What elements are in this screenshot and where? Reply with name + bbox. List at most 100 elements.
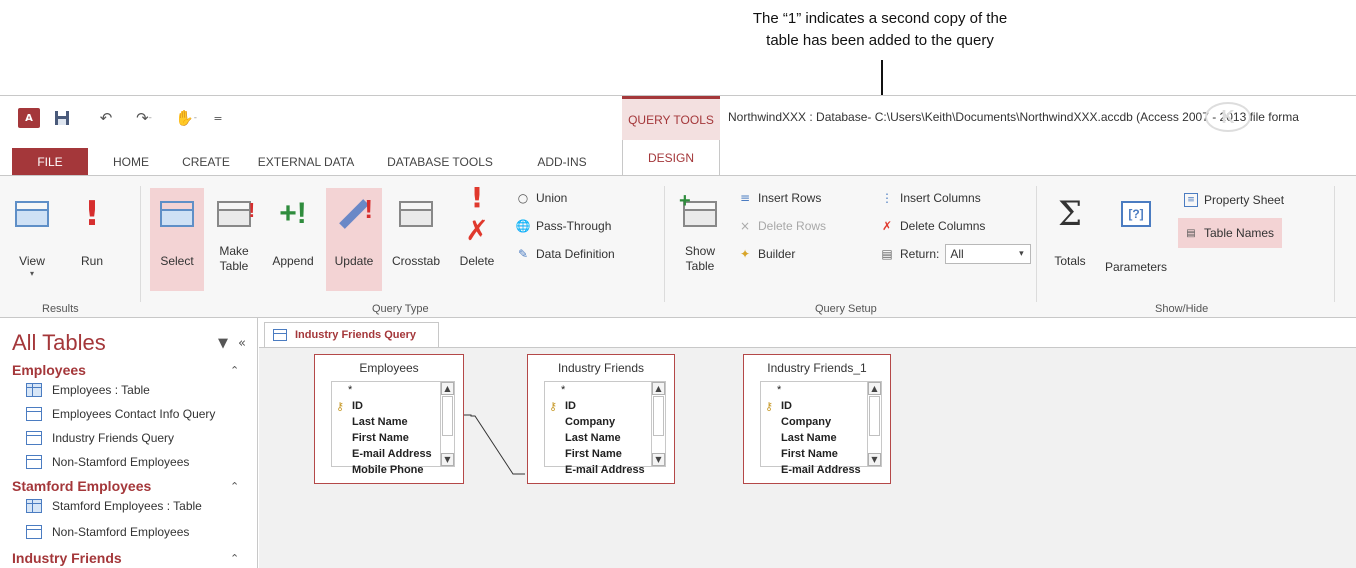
nav-group-employees[interactable]: Employees: [12, 362, 86, 378]
table-names-button[interactable]: ▤ Table Names: [1178, 218, 1283, 248]
run-button[interactable]: ! Run: [66, 188, 118, 291]
field-first-name[interactable]: First Name: [336, 430, 441, 446]
builder-button[interactable]: ✦ Builder: [738, 244, 795, 264]
nav-menu-chevron-icon[interactable]: ▼: [218, 336, 228, 351]
make-table-button[interactable]: ! Make Table: [208, 188, 260, 291]
scroll-up-icon[interactable]: ▲: [441, 382, 454, 395]
nav-item-employees-contact-info-query[interactable]: Employees Contact Info Query: [26, 404, 215, 424]
primary-key-icon: ⚷: [549, 400, 558, 413]
field-id[interactable]: ⚷ ID: [336, 398, 441, 414]
nav-group-stamford-employees[interactable]: Stamford Employees: [12, 478, 151, 494]
field-first-name[interactable]: First Name: [549, 446, 652, 462]
nav-item-employees-table[interactable]: Employees : Table: [26, 380, 150, 400]
make-table-icon: [217, 201, 251, 227]
delete-rows-button[interactable]: × Delete Rows: [738, 216, 826, 236]
query-icon: [26, 407, 42, 421]
return-dropdown[interactable]: All ▾: [945, 244, 1032, 264]
field-all[interactable]: *: [336, 382, 441, 398]
field-list-employees[interactable]: Employees * ⚷ ID Last Name First Name E-m…: [314, 354, 464, 484]
undo-icon[interactable]: ↶: [96, 108, 116, 128]
nav-item-industry-friends-query[interactable]: Industry Friends Query: [26, 428, 174, 448]
globe-icon: 🌐: [515, 219, 531, 233]
scroll-up-icon[interactable]: ▲: [868, 382, 881, 395]
field-last-name[interactable]: Last Name: [549, 430, 652, 446]
append-button[interactable]: +! Append: [266, 188, 320, 291]
parameters-button[interactable]: [?] Parameters: [1100, 188, 1172, 291]
group-title-query-type: Query Type: [372, 303, 429, 315]
view-button[interactable]: View ▾: [6, 188, 58, 291]
tab-create[interactable]: CREATE: [170, 148, 242, 175]
tab-add-ins[interactable]: ADD-INS: [518, 148, 606, 175]
collapse-pane-icon[interactable]: «: [238, 336, 246, 351]
field-list-industry-friends[interactable]: Industry Friends * ⚷ ID Company Last Name…: [527, 354, 675, 484]
query-design-canvas[interactable]: Employees * ⚷ ID Last Name First Name E-m…: [259, 347, 1356, 568]
field-email-address[interactable]: E-mail Address: [765, 462, 868, 478]
field-email-address[interactable]: E-mail Address: [336, 446, 441, 462]
vertical-scrollbar[interactable]: ▲ ▼: [867, 381, 882, 467]
redo-icon[interactable]: ↷ -: [130, 108, 158, 128]
data-definition-button[interactable]: ✎ Data Definition: [516, 244, 615, 264]
scroll-down-icon[interactable]: ▼: [868, 453, 881, 466]
scroll-thumb[interactable]: [653, 396, 664, 436]
ribbon: View ▾ ! Run Results Select ! Make Table …: [0, 175, 1356, 318]
save-icon[interactable]: [52, 108, 72, 128]
field-mobile-phone[interactable]: Mobile Phone: [336, 462, 441, 478]
customize-qat-icon[interactable]: =: [210, 108, 226, 128]
field-id[interactable]: ⚷ ID: [765, 398, 868, 414]
insert-columns-button[interactable]: ⋮ Insert Columns: [880, 188, 981, 208]
table-names-icon: ▤: [1186, 227, 1196, 239]
field-list-title: Industry Friends_1: [767, 361, 867, 375]
scroll-down-icon[interactable]: ▼: [441, 453, 454, 466]
touch-mode-icon[interactable]: ✋ -: [172, 108, 200, 128]
ribbon-tabs: FILE HOME CREATE EXTERNAL DATA DATABASE …: [0, 140, 1356, 175]
nav-pane-title[interactable]: All Tables: [12, 330, 106, 356]
field-email-address[interactable]: E-mail Address: [549, 462, 652, 478]
tab-design[interactable]: DESIGN: [622, 140, 720, 175]
union-button[interactable]: ○ Union: [516, 188, 568, 208]
scroll-thumb[interactable]: [442, 396, 453, 436]
nav-group-industry-friends[interactable]: Industry Friends: [12, 550, 122, 566]
field-company[interactable]: Company: [549, 414, 652, 430]
collapse-group-icon[interactable]: ⌃: [230, 552, 239, 565]
data-definition-icon: ✎: [517, 247, 529, 261]
tab-database-tools[interactable]: DATABASE TOOLS: [376, 148, 504, 175]
property-sheet-button[interactable]: ≡ Property Sheet: [1184, 190, 1284, 210]
tab-external-data[interactable]: EXTERNAL DATA: [250, 148, 362, 175]
scroll-up-icon[interactable]: ▲: [652, 382, 665, 395]
select-query-button[interactable]: Select: [150, 188, 204, 291]
field-all[interactable]: *: [549, 382, 652, 398]
field-last-name[interactable]: Last Name: [765, 430, 868, 446]
field-first-name[interactable]: First Name: [765, 446, 868, 462]
view-dropdown-icon: ▾: [29, 269, 34, 278]
access-app-icon[interactable]: A: [18, 108, 40, 128]
collapse-group-icon[interactable]: ⌃: [230, 480, 239, 493]
field-all[interactable]: *: [765, 382, 868, 398]
insert-rows-button[interactable]: ≡ Insert Rows: [738, 188, 821, 208]
scroll-down-icon[interactable]: ▼: [652, 453, 665, 466]
query-icon: [273, 329, 287, 341]
pass-through-button[interactable]: 🌐 Pass-Through: [515, 216, 612, 236]
totals-button[interactable]: Σ Totals: [1046, 188, 1094, 291]
field-company[interactable]: Company: [765, 414, 868, 430]
collapse-group-icon[interactable]: ⌃: [230, 364, 239, 377]
field-list-title: Industry Friends: [557, 361, 645, 375]
nav-item-stamford-employees-table[interactable]: Stamford Employees : Table: [26, 496, 202, 516]
scroll-thumb[interactable]: [869, 396, 880, 436]
vertical-scrollbar[interactable]: ▲ ▼: [440, 381, 455, 467]
group-title-results: Results: [42, 303, 79, 315]
tab-home[interactable]: HOME: [96, 148, 166, 175]
nav-item-non-stamford-employees[interactable]: Non-Stamford Employees: [26, 522, 189, 542]
nav-item-non-stamford-employees[interactable]: Non-Stamford Employees: [26, 452, 189, 472]
query-design-window: Industry Friends Query Employees * ⚷ ID L…: [259, 318, 1356, 568]
field-last-name[interactable]: Last Name: [336, 414, 441, 430]
delete-query-button[interactable]: !✗ Delete: [450, 181, 504, 291]
vertical-scrollbar[interactable]: ▲ ▼: [651, 381, 666, 467]
tab-file[interactable]: FILE: [12, 148, 88, 175]
crosstab-button[interactable]: Crosstab: [386, 188, 446, 291]
document-tab-industry-friends-query[interactable]: Industry Friends Query: [264, 322, 440, 347]
field-list-industry-friends-1[interactable]: Industry Friends_1 * ⚷ ID Company Last Na…: [743, 354, 891, 484]
update-button[interactable]: ! Update: [326, 188, 382, 291]
delete-columns-button[interactable]: ✗ Delete Columns: [880, 216, 985, 236]
field-id[interactable]: ⚷ ID: [549, 398, 652, 414]
show-table-button[interactable]: + Show Table: [672, 188, 728, 291]
